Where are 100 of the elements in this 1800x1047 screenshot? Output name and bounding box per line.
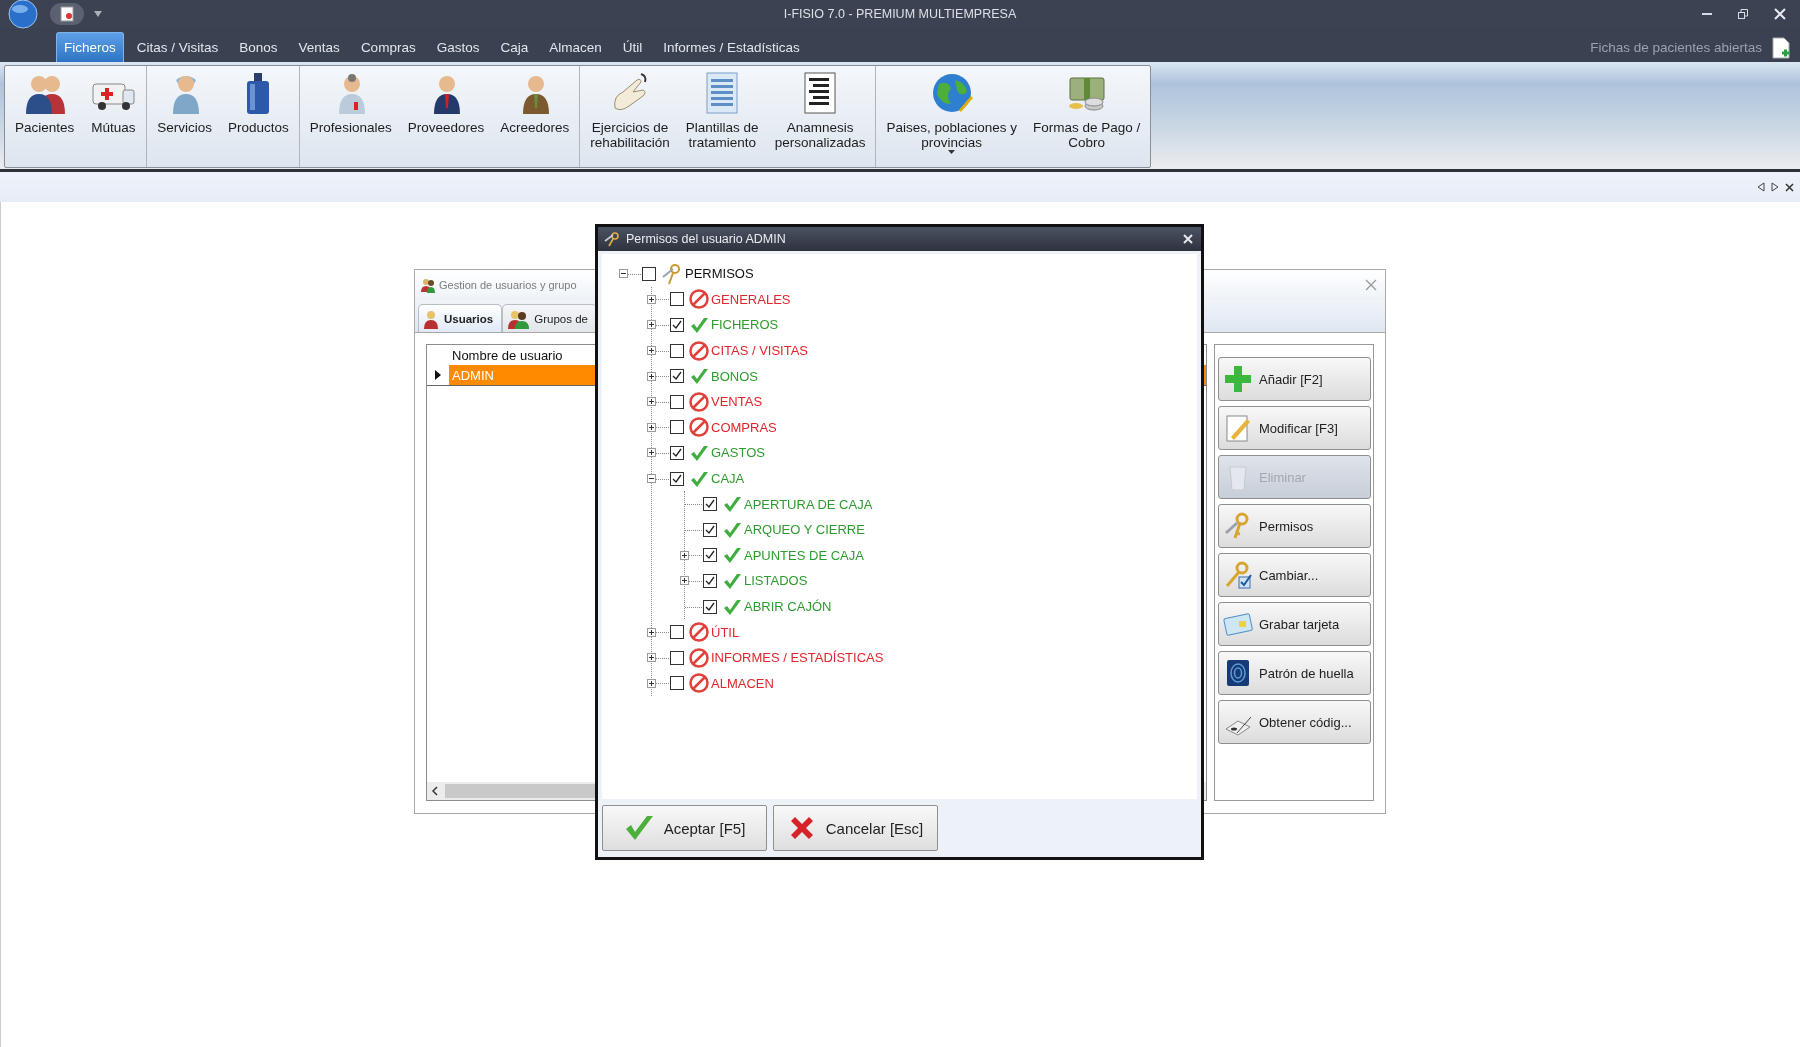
ribbon-button[interactable]: Acreedores xyxy=(492,66,578,167)
menu-tab[interactable]: Bonos xyxy=(231,32,286,62)
ribbon-button[interactable]: Paises, poblaciones y provincias xyxy=(878,66,1025,167)
expand-toggle[interactable] xyxy=(647,346,656,356)
ribbon-button[interactable]: Formas de Pago / Cobro xyxy=(1025,66,1149,167)
action-button[interactable]: Obtener códig... xyxy=(1218,700,1371,744)
checkbox[interactable] xyxy=(703,599,717,614)
ribbon-button[interactable]: Productos xyxy=(220,66,297,167)
permission-label: CITAS / VISITAS xyxy=(711,343,809,359)
checkbox[interactable] xyxy=(703,573,717,588)
open-records-label: Fichas de pacientes abiertas xyxy=(1590,40,1762,55)
checkbox[interactable] xyxy=(703,522,717,537)
menu-tab[interactable]: Citas / Visitas xyxy=(128,32,227,62)
permission-label: ÚTIL xyxy=(711,624,740,640)
checkbox[interactable] xyxy=(670,343,684,358)
cancel-button[interactable]: Cancelar [Esc] xyxy=(773,805,938,851)
expand-toggle[interactable] xyxy=(647,320,656,330)
keys-icon xyxy=(604,231,620,247)
menu-tab[interactable]: Útil xyxy=(614,32,651,62)
ribbon-button[interactable]: Proveedores xyxy=(399,66,493,167)
notepad-pencil-icon xyxy=(1223,413,1253,443)
permission-label: ARQUEO Y CIERRE xyxy=(744,522,865,538)
close-icon xyxy=(1774,8,1786,20)
expand-toggle[interactable] xyxy=(647,294,656,304)
user-icon xyxy=(423,308,439,329)
expand-toggle[interactable] xyxy=(647,397,656,407)
scroll-right-icon xyxy=(1771,182,1779,192)
checkbox[interactable] xyxy=(670,445,684,460)
ribbon-button[interactable]: Anamnesis personalizadas xyxy=(766,66,874,167)
expand-toggle[interactable] xyxy=(680,550,689,560)
menu-tab[interactable]: Informes / Estadísticas xyxy=(655,32,808,62)
minimize-icon xyxy=(1702,13,1712,15)
ribbon-button[interactable]: Profesionales xyxy=(301,66,400,167)
checkbox[interactable] xyxy=(670,420,684,435)
ribbon-button[interactable]: Mútuas xyxy=(82,66,145,167)
expand-toggle[interactable] xyxy=(647,627,656,637)
ribbon-button[interactable]: Servicios xyxy=(149,66,221,167)
checkbox[interactable] xyxy=(670,650,684,665)
prohibited-icon xyxy=(689,647,709,668)
menu-tab[interactable]: Ventas xyxy=(290,32,348,62)
close-icon xyxy=(1785,182,1794,192)
close-icon xyxy=(1365,279,1377,291)
expand-toggle[interactable] xyxy=(647,448,656,458)
action-button[interactable]: Grabar tarjeta xyxy=(1218,602,1371,646)
scroll-left-icon xyxy=(432,786,438,796)
prohibited-icon xyxy=(689,622,709,643)
permission-label: ABRIR CAJÓN xyxy=(744,599,832,614)
expand-toggle[interactable] xyxy=(647,678,656,688)
permission-label: APERTURA DE CAJA xyxy=(744,496,873,512)
menu-tab[interactable]: Caja xyxy=(492,32,537,62)
checkbox[interactable] xyxy=(703,548,717,563)
permission-label: COMPRAS xyxy=(711,419,777,435)
prohibited-icon xyxy=(689,340,709,361)
restore-icon xyxy=(1738,9,1748,19)
action-button[interactable]: Patrón de huella xyxy=(1218,651,1371,695)
checkbox[interactable] xyxy=(642,266,656,281)
keys-icon xyxy=(661,262,683,285)
expand-toggle[interactable] xyxy=(647,422,656,432)
accept-button[interactable]: Aceptar [F5] xyxy=(602,805,767,851)
tab[interactable]: Grupos de xyxy=(502,304,597,332)
app-logo-icon xyxy=(8,0,38,29)
checkbox[interactable] xyxy=(670,625,684,640)
row-pointer-icon xyxy=(435,370,441,380)
close-button[interactable] xyxy=(1181,232,1195,246)
action-button[interactable]: Permisos xyxy=(1218,504,1371,548)
permission-label: LISTADOS xyxy=(744,573,808,589)
permission-label: ALMACEN xyxy=(711,675,774,691)
prohibited-icon xyxy=(689,417,709,438)
permission-label: APUNTES DE CAJA xyxy=(744,547,864,563)
ribbon-button[interactable]: Plantillas de tratamiento xyxy=(677,66,767,167)
menu-tab[interactable]: Gastos xyxy=(428,32,488,62)
checkbox[interactable] xyxy=(670,471,684,486)
checkbox[interactable] xyxy=(670,394,684,409)
checkbox[interactable] xyxy=(670,292,684,307)
permission-label: INFORMES / ESTADÍSTICAS xyxy=(711,650,884,666)
menu-tab[interactable]: Almacen xyxy=(541,32,610,62)
menu-tab[interactable]: Compras xyxy=(352,32,424,62)
document-plus-icon xyxy=(1772,36,1790,59)
action-button[interactable]: Cambiar... xyxy=(1218,553,1371,597)
checkbox[interactable] xyxy=(670,318,684,332)
checkbox[interactable] xyxy=(670,369,684,384)
action-button[interactable]: Modificar [F3] xyxy=(1218,406,1371,450)
collapse-toggle[interactable] xyxy=(647,474,656,484)
expand-toggle[interactable] xyxy=(680,576,689,586)
menu-tab[interactable]: Ficheros xyxy=(56,32,124,62)
checkbox[interactable] xyxy=(703,497,717,512)
expand-toggle[interactable] xyxy=(647,371,656,381)
ribbon-button[interactable]: Pacientes xyxy=(7,66,83,167)
dialog-title: Permisos del usuario ADMIN xyxy=(626,232,786,246)
tab[interactable]: Usuarios xyxy=(418,304,503,332)
users-icon xyxy=(420,277,436,293)
quick-access-button[interactable] xyxy=(50,3,84,25)
action-button[interactable]: Añadir [F2] xyxy=(1218,357,1371,401)
permission-label: GENERALES xyxy=(711,291,791,307)
expand-toggle[interactable] xyxy=(647,653,656,663)
collapse-toggle[interactable] xyxy=(619,269,628,279)
ribbon-button[interactable]: Ejercicios de rehabilitación xyxy=(582,66,678,167)
window-title: Gestion de usuarios y grupo xyxy=(439,279,577,291)
checkbox[interactable] xyxy=(670,676,684,691)
permission-label: PERMISOS xyxy=(685,266,754,282)
